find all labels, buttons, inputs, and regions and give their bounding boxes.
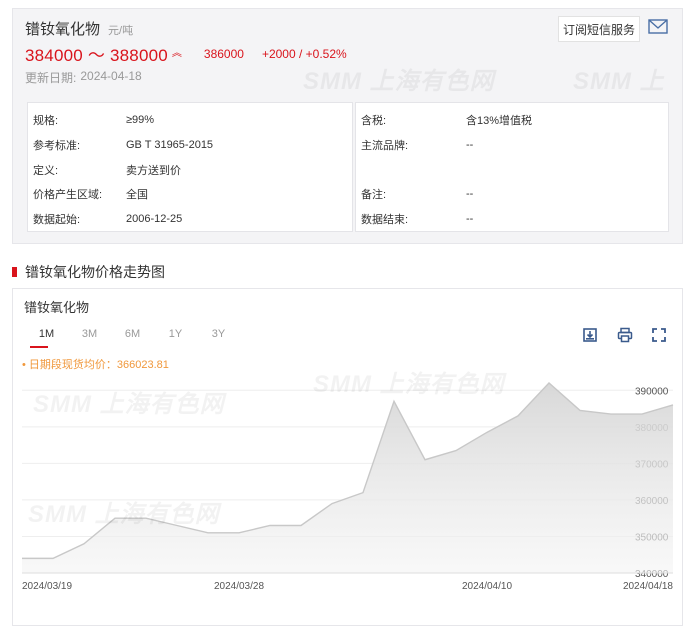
data-point[interactable] [423,458,427,462]
spec-value: -- [466,139,474,151]
tab-6m[interactable]: 6M [111,328,154,340]
tab-1m[interactable]: 1M [25,328,68,340]
data-point[interactable] [330,502,334,506]
x-tick-label: 2024/03/19 [22,581,72,592]
mail-icon[interactable] [648,19,668,34]
price-unit: 元/吨 [108,25,134,37]
spec-table-right: 含税: 含13%增值税主流品牌: -- 备注: -- 数据结束: -- [355,102,669,232]
data-point[interactable] [268,524,272,528]
price-change: +2000 / +0.52% [261,46,347,61]
data-point[interactable] [144,516,148,520]
x-tick-label: 2024/04/18 [623,581,673,592]
data-point[interactable] [485,430,489,434]
spec-row: 数据起始: 2006-12-25 [28,209,352,229]
spec-value: 全国 [126,189,148,201]
data-point[interactable] [237,531,241,535]
data-point[interactable] [609,412,613,416]
spec-key: 定义: [33,165,59,177]
up-arrow-icon: ︽ [171,48,182,59]
title-row: 镨钕氧化物 元/吨 [25,18,133,39]
spec-key: 数据结束: [361,214,409,226]
y-tick-label: 390000 [635,386,669,397]
section-title: 镨钕氧化物价格走势图 [25,264,165,280]
active-tab-indicator [30,346,48,348]
spec-key: 含税: [361,115,387,127]
tab-3y[interactable]: 3Y [197,328,240,340]
watermark: SMM 上海有色网 [303,68,495,95]
data-point[interactable] [361,491,365,495]
average-price: 386000 [203,46,244,61]
data-point[interactable] [113,516,117,520]
spec-key: 价格产生区域: [33,189,103,201]
data-point[interactable] [206,531,210,535]
product-name: 镨钕氧化物 [25,21,101,38]
data-point[interactable] [547,381,551,385]
spec-row: 价格产生区域: 全国 [28,184,352,204]
spec-row: 备注: -- [356,184,668,204]
spec-key: 数据起始: [33,214,81,226]
subscribe-sms-button[interactable]: 订阅短信服务 [558,16,640,42]
period-average-note: • 日期段现货均价：366023.81 [22,359,169,371]
data-point[interactable] [20,556,24,560]
data-point[interactable] [299,524,303,528]
fullscreen-icon[interactable] [651,327,667,343]
spec-row [356,160,668,180]
spec-row: 含税: 含13%增值税 [356,110,668,130]
spec-value: GB T 31965-2015 [126,139,214,151]
data-point[interactable] [454,449,458,453]
tab-1y[interactable]: 1Y [154,328,197,340]
spec-key: 参考标准: [33,140,81,152]
x-tick-label: 2024/04/10 [462,581,512,592]
update-date-row: 更新日期: 2024-04-18 [25,69,142,86]
range-tabs: 1M 3M 6M 1Y 3Y [25,328,240,340]
spec-row: 定义: 卖方送到价 [28,160,352,180]
chart-title: 镨钕氧化物 [24,300,90,315]
price-summary-card: SMM 上海有色网 SMM 上 镨钕氧化物 元/吨 384000 ～ 38800… [12,8,683,244]
price-area [22,383,673,573]
export-image-icon[interactable] [582,327,598,343]
spec-value: -- [466,213,474,225]
spec-row: 主流品牌: -- [356,135,668,155]
data-point[interactable] [578,408,582,412]
data-point[interactable] [82,542,86,546]
spec-value: -- [466,188,474,200]
price-range: 384000 ～ 388000 [25,46,168,65]
spec-key: 规格: [33,115,59,127]
data-point[interactable] [516,414,520,418]
spec-value: ≥99% [126,114,155,126]
tab-3m[interactable]: 3M [68,328,111,340]
print-icon[interactable] [617,327,633,343]
spec-value: 2006-12-25 [126,213,183,225]
price-row: 384000 ～ 388000 ︽ 386000 +2000 / +0.52% [25,41,347,66]
data-point[interactable] [671,403,675,407]
spec-key: 备注: [361,189,387,201]
data-point[interactable] [51,556,55,560]
data-point[interactable] [175,524,179,528]
data-point[interactable] [640,412,644,416]
spec-key: 主流品牌: [361,140,409,152]
price-chart-card: 3400003500003600003700003800003900002024… [12,288,683,626]
spec-row: 参考标准: GB T 31965-2015 [28,135,352,155]
spec-value: 卖方送到价 [126,165,181,177]
watermark: SMM 上 [573,68,665,95]
spec-row: 数据结束: -- [356,209,668,229]
data-point[interactable] [392,399,396,403]
update-label: 更新日期: [25,71,77,85]
section-marker [12,267,17,277]
spec-value: 含13%增值税 [466,115,533,127]
update-date: 2024-04-18 [80,69,142,83]
spec-table-left: 规格: ≥99% 参考标准: GB T 31965-2015 定义: 卖方送到价价格产生区… [27,102,353,232]
section-heading: 镨钕氧化物价格走势图 [12,262,165,282]
x-tick-label: 2024/03/28 [214,581,264,592]
spec-row: 规格: ≥99% [28,110,352,130]
